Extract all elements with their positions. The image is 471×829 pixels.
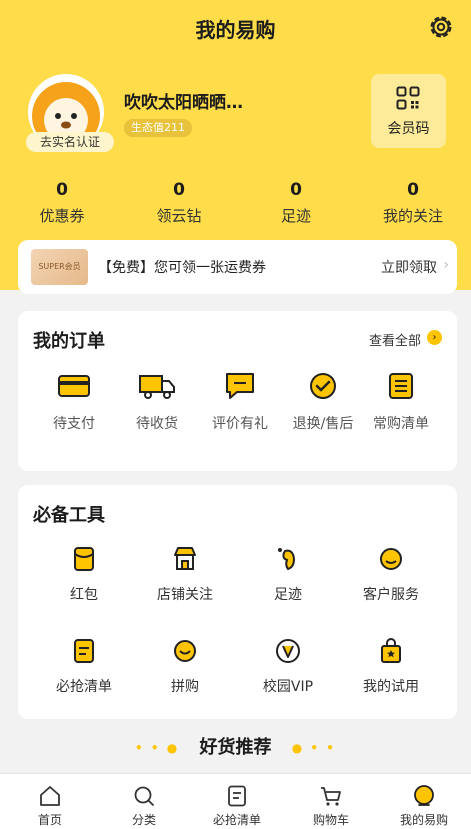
list-icon <box>228 785 246 807</box>
chevron-right-icon: › <box>443 257 449 273</box>
tool-label: 店铺关注 <box>157 587 213 603</box>
decorative-dots: • • ● <box>135 741 180 755</box>
stat-coupons[interactable]: 0 优惠券 <box>12 180 112 226</box>
tool-customer-service[interactable]: 客户服务 <box>343 545 439 604</box>
order-label: 退换/售后 <box>292 416 354 432</box>
order-label: 待收货 <box>136 416 178 432</box>
order-label: 常购清单 <box>373 416 429 432</box>
tab-must-grab[interactable]: 必抢清单 <box>190 784 284 828</box>
tool-label: 客户服务 <box>363 587 419 603</box>
bottom-tab-bar: 首页 分类 必抢清单 购物车 我的易购 <box>0 773 471 829</box>
stat-value: 0 <box>173 180 185 200</box>
recommend-section-header: • • ● 好货推荐 ● • • <box>0 733 471 759</box>
tab-label: 首页 <box>37 813 62 827</box>
tool-label: 校园VIP <box>262 679 314 695</box>
stat-label: 足迹 <box>280 207 311 225</box>
settings-gear-icon[interactable] <box>428 14 454 40</box>
order-review[interactable]: 评价有礼 <box>198 371 282 433</box>
tool-must-grab-list[interactable]: 必抢清单 <box>36 637 132 696</box>
return-icon <box>310 373 336 399</box>
coupon-text: 【免费】您可领一张运费券 <box>98 260 266 276</box>
tab-label: 分类 <box>131 813 156 827</box>
campus-vip-icon <box>276 639 300 663</box>
group-buy-icon <box>174 640 196 662</box>
tool-red-packet[interactable]: 红包 <box>36 545 132 604</box>
truck-icon <box>139 375 175 399</box>
chevron-right-icon[interactable]: › <box>427 330 442 345</box>
search-icon <box>134 786 154 806</box>
order-label: 待支付 <box>53 416 95 432</box>
stat-value: 0 <box>407 180 419 200</box>
orders-title: 我的订单 <box>33 331 105 352</box>
shop-icon <box>174 547 196 570</box>
recommend-title: 好货推荐 <box>199 737 272 758</box>
tool-label: 必抢清单 <box>56 679 112 695</box>
tab-label: 购物车 <box>312 813 349 827</box>
tab-label: 我的易购 <box>399 813 448 827</box>
tool-footprint[interactable]: 足迹 <box>240 545 336 604</box>
home-icon <box>40 786 60 806</box>
stat-cloud-diamonds[interactable]: 0 领云钻 <box>129 180 229 226</box>
tab-label: 必抢清单 <box>212 813 261 827</box>
service-icon <box>380 548 402 570</box>
tool-group-buy[interactable]: 拼购 <box>137 637 233 696</box>
shipping-coupon-banner[interactable]: SUPER会员 【免费】您可领一张运费券 立即领取 › <box>18 240 457 294</box>
red-packet-icon <box>74 547 94 571</box>
checklist-icon <box>74 639 94 663</box>
tab-cart[interactable]: 购物车 <box>284 784 378 828</box>
order-label: 评价有礼 <box>212 416 268 432</box>
order-frequent-list[interactable]: 常购清单 <box>359 371 443 433</box>
tab-my-yigou[interactable]: 我的易购 <box>377 784 471 828</box>
stat-value: 0 <box>56 180 68 200</box>
profile-icon <box>414 785 434 806</box>
claim-now-link[interactable]: 立即领取 <box>381 257 437 277</box>
decorative-dots: ● • • <box>291 741 336 755</box>
order-pending-receipt[interactable]: 待收货 <box>115 371 199 433</box>
tool-label: 我的试用 <box>363 679 419 695</box>
stats-row: 0 优惠券 0 领云钻 0 足迹 0 我的关注 <box>0 180 471 230</box>
stat-value: 0 <box>290 180 302 200</box>
stat-label: 领云钻 <box>156 207 202 225</box>
order-pending-payment[interactable]: 待支付 <box>32 371 116 433</box>
my-orders-card: 我的订单 查看全部 › 待支付 待收货 评价有礼 退换/售后 常购清单 <box>18 311 457 471</box>
qr-code-icon <box>396 86 420 110</box>
stat-label: 我的关注 <box>382 207 443 225</box>
tool-campus-vip[interactable]: 校园VIP <box>240 637 336 696</box>
tool-my-trial[interactable]: 我的试用 <box>343 637 439 696</box>
cart-icon <box>321 787 341 806</box>
card-icon <box>58 375 90 397</box>
tab-home[interactable]: 首页 <box>3 784 97 828</box>
member-code-button[interactable]: 会员码 <box>371 74 446 148</box>
essential-tools-card: 必备工具 红包 店铺关注 足迹 客户服务 必抢清单 拼购 校园VIP 我的试用 <box>18 485 457 719</box>
order-after-sales[interactable]: 退换/售后 <box>281 371 365 433</box>
trial-bag-icon <box>381 638 401 663</box>
stat-follows[interactable]: 0 我的关注 <box>363 180 463 226</box>
page-title: 我的易购 <box>195 18 276 42</box>
tool-label: 红包 <box>70 587 98 603</box>
stat-label: 优惠券 <box>39 207 85 225</box>
comment-icon <box>226 373 254 399</box>
tool-label: 拼购 <box>171 679 199 695</box>
footprint-icon <box>278 548 296 571</box>
username: 吹吹太阳晒晒… <box>124 93 243 113</box>
eco-value-badge[interactable]: 生态值211 <box>124 119 192 137</box>
member-code-label: 会员码 <box>387 121 430 137</box>
super-member-logo: SUPER会员 <box>31 249 88 285</box>
list-icon <box>389 373 413 399</box>
tool-shop-follow[interactable]: 店铺关注 <box>137 545 233 604</box>
verify-identity-link[interactable]: 去实名认证 <box>26 132 114 152</box>
stat-footprints[interactable]: 0 足迹 <box>246 180 346 226</box>
tool-label: 足迹 <box>274 587 302 603</box>
view-all-orders-link[interactable]: 查看全部 <box>369 330 421 349</box>
tools-title: 必备工具 <box>33 505 105 526</box>
tab-category[interactable]: 分类 <box>97 784 191 828</box>
